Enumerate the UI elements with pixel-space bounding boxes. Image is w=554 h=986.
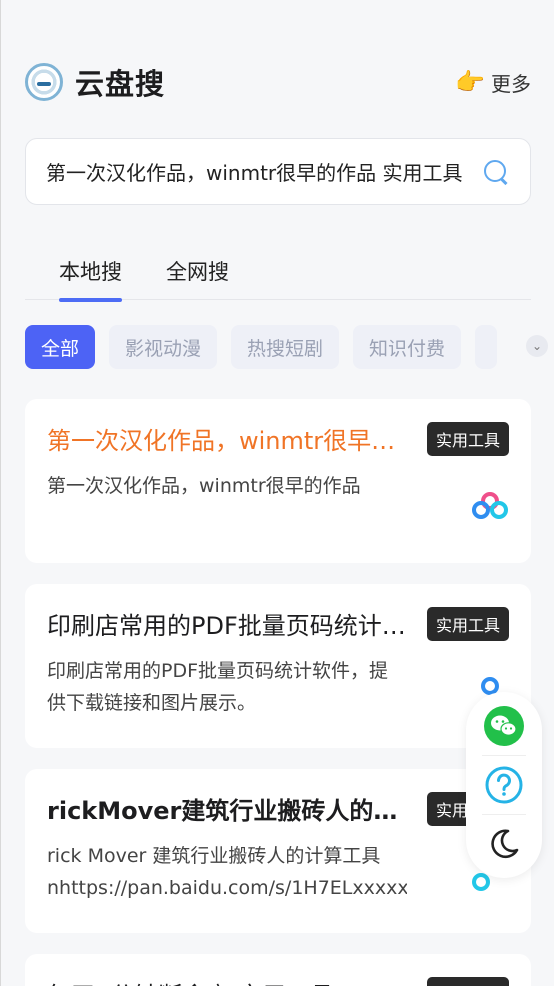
search-input[interactable] [46, 159, 482, 184]
divider [482, 754, 526, 756]
result-card[interactable]: rickMover建筑行业搬砖人的计算工具 实用工具 rick Mover 建筑… [25, 769, 531, 933]
result-card[interactable]: 第一次汉化作品，winmtr很早的作品 实用工具 第一次汉化作品，winmtr很… [25, 399, 531, 563]
help-button[interactable] [482, 763, 526, 807]
dark-mode-button[interactable] [482, 822, 526, 866]
floating-toolbar [466, 692, 542, 878]
site-title: 云盘搜 [75, 67, 166, 101]
more-link[interactable]: 👉 更多 [455, 68, 531, 97]
search-mode-tabs: 本地搜 全网搜 [25, 250, 531, 302]
divider [482, 814, 526, 816]
chip-paid-knowledge[interactable]: 知识付费 [353, 325, 462, 369]
chip-short-drama[interactable]: 热搜短剧 [231, 325, 340, 369]
pointing-hand-icon: 👉 [455, 68, 485, 96]
more-label: 更多 [491, 71, 531, 96]
chip-film-anime[interactable]: 影视动漫 [109, 325, 218, 369]
chip-all[interactable]: 全部 [25, 325, 96, 369]
result-desc: 印刷店常用的PDF批量页码统计软件，提供下载链接和图片展示。 [47, 660, 389, 714]
result-card[interactable]: 印刷店常用的PDF批量页码统计软件 实用工具 印刷店常用的PDF批量页码统计软件… [25, 584, 531, 748]
result-card[interactable]: 每天5分钟断舍离 实用工具 实用工具 [25, 954, 531, 986]
baidu-cloud-icon [472, 492, 508, 519]
chevron-down-icon[interactable]: ⌄ [526, 335, 548, 357]
header: 云盘搜 👉 更多 [25, 60, 531, 104]
search-icon[interactable] [482, 158, 510, 186]
brand[interactable]: 云盘搜 [25, 61, 165, 103]
site-logo [25, 63, 63, 101]
tab-local-search[interactable]: 本地搜 [59, 250, 122, 302]
result-title[interactable]: 第一次汉化作品，winmtr很早的作品 [47, 421, 415, 456]
category-tag: 实用工具 [426, 976, 509, 986]
result-title[interactable]: 每天5分钟断舍离 实用工具 [47, 976, 415, 986]
help-icon [485, 766, 523, 804]
result-title[interactable]: rickMover建筑行业搬砖人的计算工具 [47, 791, 415, 826]
moon-icon [491, 829, 519, 859]
wechat-button[interactable] [482, 704, 526, 748]
category-chips: 全部 影视动漫 热搜短剧 知识付费 [25, 324, 531, 370]
chip-more-partial[interactable] [475, 325, 498, 369]
tab-web-search[interactable]: 全网搜 [166, 250, 229, 300]
category-tag: 实用工具 [426, 606, 509, 641]
result-title[interactable]: 印刷店常用的PDF批量页码统计软件 [47, 606, 415, 641]
result-desc: rick Mover 建筑行业搬砖人的计算工具 nhttps://pan.bai… [47, 845, 407, 899]
result-desc: 第一次汉化作品，winmtr很早的作品 [47, 475, 361, 497]
page: 云盘搜 👉 更多 本地搜 全网搜 全部 影视动漫 热搜短剧 知识付费 ⌄ 第一次… [0, 0, 554, 986]
wechat-icon [484, 705, 524, 746]
search-box [25, 138, 531, 205]
category-tag: 实用工具 [426, 421, 509, 456]
